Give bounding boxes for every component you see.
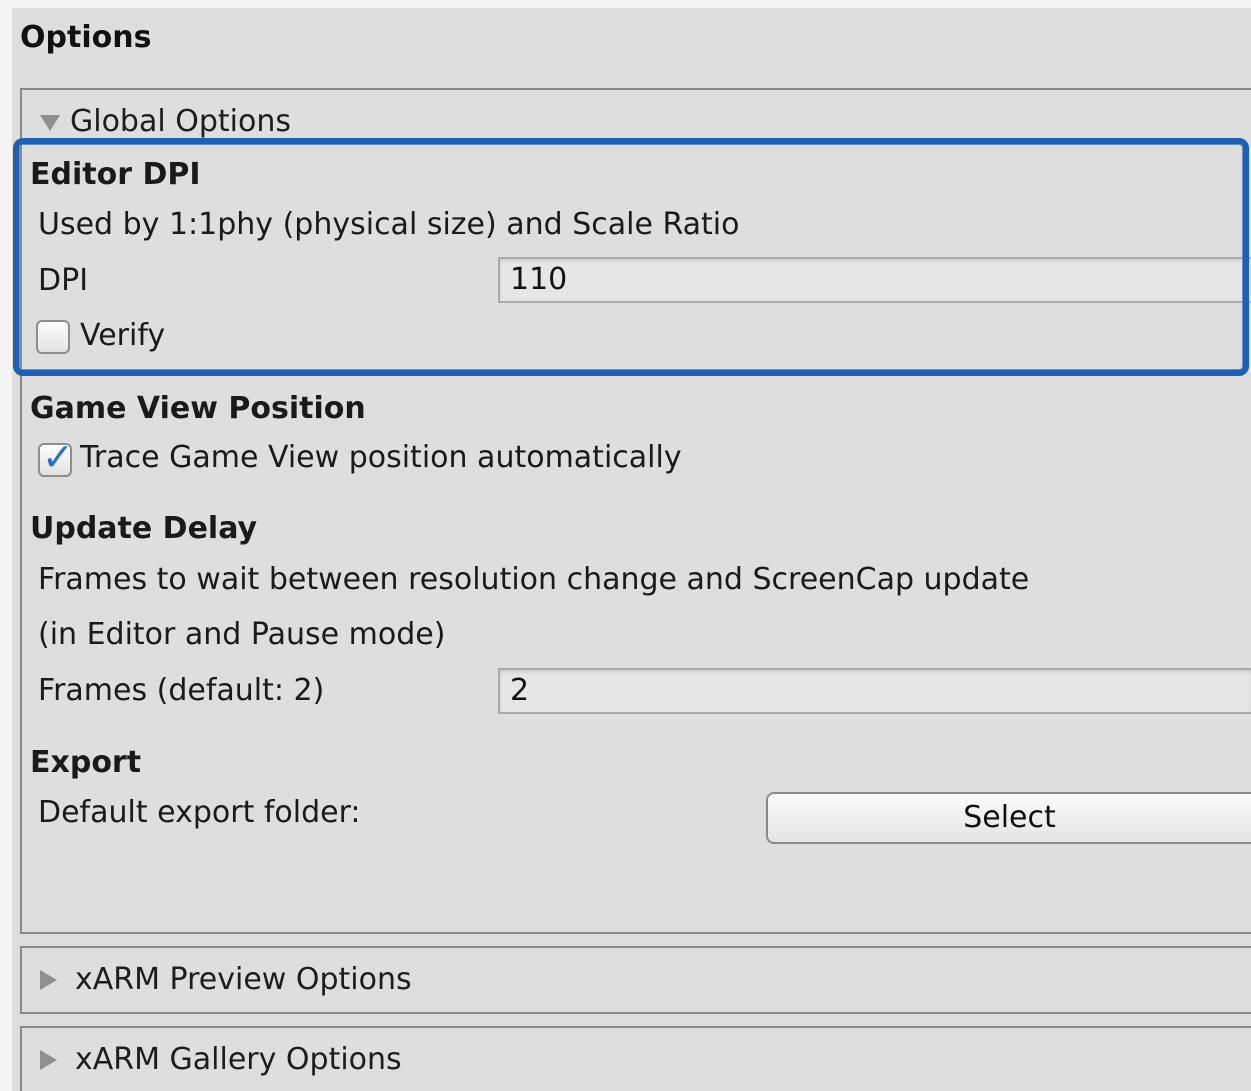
collapsed-triangle-icon — [40, 1049, 57, 1070]
collapsed-triangle-icon — [40, 969, 57, 990]
frames-label: Frames (default: 2) — [38, 673, 325, 708]
trace-checkbox[interactable]: ✓ — [38, 435, 74, 479]
preview-options-header[interactable]: xARM Preview Options — [40, 962, 412, 997]
frames-input[interactable]: 2 — [498, 668, 1251, 714]
trace-label: Trace Game View position automatically — [80, 440, 682, 475]
gallery-options-header[interactable]: xARM Gallery Options — [40, 1042, 402, 1077]
update-delay-line2: (in Editor and Pause mode) — [38, 617, 446, 652]
global-options-header[interactable]: Global Options — [40, 104, 291, 139]
expanded-triangle-icon — [40, 114, 60, 131]
preview-options-section[interactable]: xARM Preview Options — [20, 946, 1251, 1014]
export-folder-label: Default export folder: — [38, 795, 361, 830]
preview-options-label: xARM Preview Options — [75, 962, 412, 997]
gallery-options-label: xARM Gallery Options — [75, 1042, 402, 1077]
gallery-options-section[interactable]: xARM Gallery Options — [20, 1026, 1251, 1091]
editor-dpi-highlight — [13, 138, 1249, 376]
game-view-heading: Game View Position — [30, 391, 366, 426]
update-delay-heading: Update Delay — [30, 511, 258, 546]
global-options-label: Global Options — [70, 104, 291, 139]
update-delay-line1: Frames to wait between resolution change… — [38, 562, 1030, 597]
export-heading: Export — [30, 745, 142, 780]
select-folder-button[interactable]: Select — [766, 792, 1251, 844]
page-title: Options — [20, 20, 152, 55]
checkmark-icon: ✓ — [42, 435, 74, 479]
